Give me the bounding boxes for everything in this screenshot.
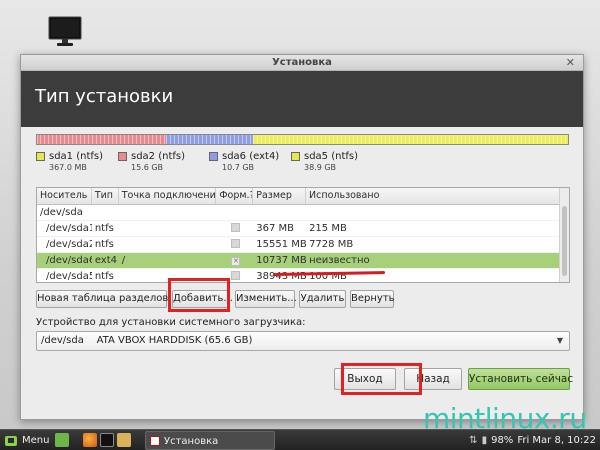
cell-format	[216, 222, 253, 235]
legend-size: 10.7 GB	[222, 163, 255, 172]
legend-swatch	[209, 152, 218, 161]
installer-icon	[150, 436, 160, 446]
cell-format	[216, 238, 253, 251]
bootloader-label: Устройство для установки системного загр…	[36, 317, 306, 328]
page-title: Тип установки	[35, 86, 174, 107]
partition-table: Носитель Тип Точка подключения Форм.? Ра…	[36, 187, 570, 283]
revert-button[interactable]: Вернуть	[350, 290, 395, 308]
col-header-size[interactable]: Размер	[253, 188, 307, 204]
cell-device: /dev/sda2	[46, 239, 92, 250]
cell-device: /dev/sda6	[46, 255, 92, 266]
col-header-type[interactable]: Тип	[92, 188, 119, 204]
legend-size: 38.9 GB	[304, 163, 337, 172]
table-row[interactable]: /dev/sda5 ntfs 38943 MB 100 MB	[37, 269, 569, 282]
change-partition-button[interactable]: Изменить...	[235, 290, 297, 308]
legend-item-sda6: sda6 (ext4) 10.7 GB	[209, 151, 291, 172]
partition-usage-bar	[36, 134, 569, 145]
cell-used: 215 MB	[309, 223, 347, 234]
install-now-button[interactable]: Установить сейчас	[468, 368, 573, 390]
legend-swatch	[36, 152, 45, 161]
scrollbar-thumb[interactable]	[562, 206, 567, 276]
menu-button[interactable]: Menu	[4, 432, 49, 449]
format-checkbox[interactable]	[231, 238, 241, 248]
partition-segment-sda6	[166, 135, 254, 144]
legend-label: sda1 (ntfs)	[49, 151, 104, 162]
cell-mount: /	[121, 255, 126, 266]
legend-item-sda1: sda1 (ntfs) 367.0 MB	[36, 151, 118, 172]
table-body: /dev/sda/dev/sda1 ntfs 367 MB 215 MB/dev/sd…	[37, 205, 569, 282]
legend-label: sda5 (ntfs)	[304, 151, 359, 162]
cell-type: ntfs	[94, 223, 114, 234]
show-desktop-icon[interactable]	[55, 433, 69, 447]
terminal-icon[interactable]	[100, 433, 114, 447]
table-scrollbar[interactable]	[559, 188, 569, 282]
col-header-device[interactable]: Носитель	[37, 188, 92, 204]
table-header: Носитель Тип Точка подключения Форм.? Ра…	[37, 188, 569, 205]
chevron-down-icon: ▼	[556, 336, 563, 345]
network-icon[interactable]: ⇅	[469, 430, 477, 450]
window-titlebar[interactable]: Установка ✕	[21, 55, 583, 71]
mint-logo-icon	[5, 435, 17, 446]
computer-desktop-icon[interactable]	[47, 14, 83, 50]
cell-size: 15551 MB	[256, 239, 307, 250]
window-title: Установка	[272, 57, 332, 68]
table-row[interactable]: /dev/sda6 ext4/ ✕ 10737 MB неизвестно	[37, 253, 569, 269]
taskbar-window-button[interactable]: Установка	[145, 431, 275, 450]
cell-device: /dev/sda	[40, 207, 83, 218]
partition-legend: sda1 (ntfs) 367.0 MB sda2 (ntfs) 15.6 GB…	[36, 151, 373, 172]
cell-size: 10737 MB	[256, 255, 307, 266]
installer-window: Установка ✕ Тип установки sda1 (ntfs) 36…	[20, 54, 584, 420]
battery-icon[interactable]: ▮	[482, 430, 488, 450]
highlight-frame	[341, 363, 422, 395]
system-tray: ⇅ ▮ 98% Fri Mar 8, 10:22	[469, 430, 596, 450]
partition-segment-sda5	[253, 135, 568, 144]
menu-label: Menu	[22, 435, 50, 446]
legend-label: sda6 (ext4)	[222, 151, 280, 162]
legend-size: 367.0 MB	[49, 163, 87, 172]
clock[interactable]: Fri Mar 8, 10:22	[517, 430, 596, 450]
col-header-format[interactable]: Форм.?	[216, 188, 254, 204]
cell-device: /dev/sda5	[46, 271, 92, 282]
legend-size: 15.6 GB	[131, 163, 164, 172]
bootloader-device-select[interactable]: /dev/sda ATA VBOX HARDDISK (65.6 GB) ▼	[36, 331, 570, 351]
file-manager-icon[interactable]	[117, 433, 131, 447]
legend-item-sda2: sda2 (ntfs) 15.6 GB	[118, 151, 209, 172]
format-checkbox[interactable]	[231, 270, 241, 280]
task-label: Установка	[164, 436, 219, 447]
highlight-frame	[168, 278, 230, 312]
partition-segment-sda2	[39, 135, 167, 144]
bootloader-description: ATA VBOX HARDDISK (65.6 GB)	[96, 335, 253, 346]
col-header-mount[interactable]: Точка подключения	[119, 188, 217, 204]
legend-swatch	[118, 152, 127, 161]
close-icon[interactable]: ✕	[566, 55, 575, 70]
battery-level: 98%	[491, 435, 514, 446]
cell-size: 367 MB	[256, 223, 295, 234]
delete-partition-button[interactable]: Удалить	[299, 290, 346, 308]
cell-format: ✕	[216, 255, 253, 266]
bootloader-device: /dev/sda	[41, 335, 84, 346]
table-row[interactable]: /dev/sda2 ntfs 15551 MB 7728 MB	[37, 237, 569, 253]
cell-device: /dev/sda1	[46, 223, 92, 234]
format-checkbox[interactable]	[231, 222, 241, 232]
cell-used: 7728 MB	[309, 239, 354, 250]
col-header-used[interactable]: Использовано	[306, 188, 569, 204]
cell-type: ext4	[94, 255, 118, 266]
table-row[interactable]: /dev/sda1 ntfs 367 MB 215 MB	[37, 221, 569, 237]
new-partition-table-button[interactable]: Новая таблица разделов...	[36, 290, 178, 308]
table-row[interactable]: /dev/sda	[37, 205, 569, 221]
cell-type: ntfs	[94, 271, 114, 282]
taskbar: Menu Установка ⇅ ▮ 98% Fri Mar 8, 10:22	[0, 429, 600, 450]
legend-swatch	[291, 152, 300, 161]
legend-item-sda5: sda5 (ntfs) 38.9 GB	[291, 151, 373, 172]
legend-label: sda2 (ntfs)	[131, 151, 186, 162]
format-checkbox[interactable]: ✕	[231, 257, 241, 266]
page-header: Тип установки	[21, 71, 583, 127]
cell-type: ntfs	[94, 239, 114, 250]
cell-used: неизвестно	[309, 255, 370, 266]
firefox-icon[interactable]	[83, 433, 97, 447]
